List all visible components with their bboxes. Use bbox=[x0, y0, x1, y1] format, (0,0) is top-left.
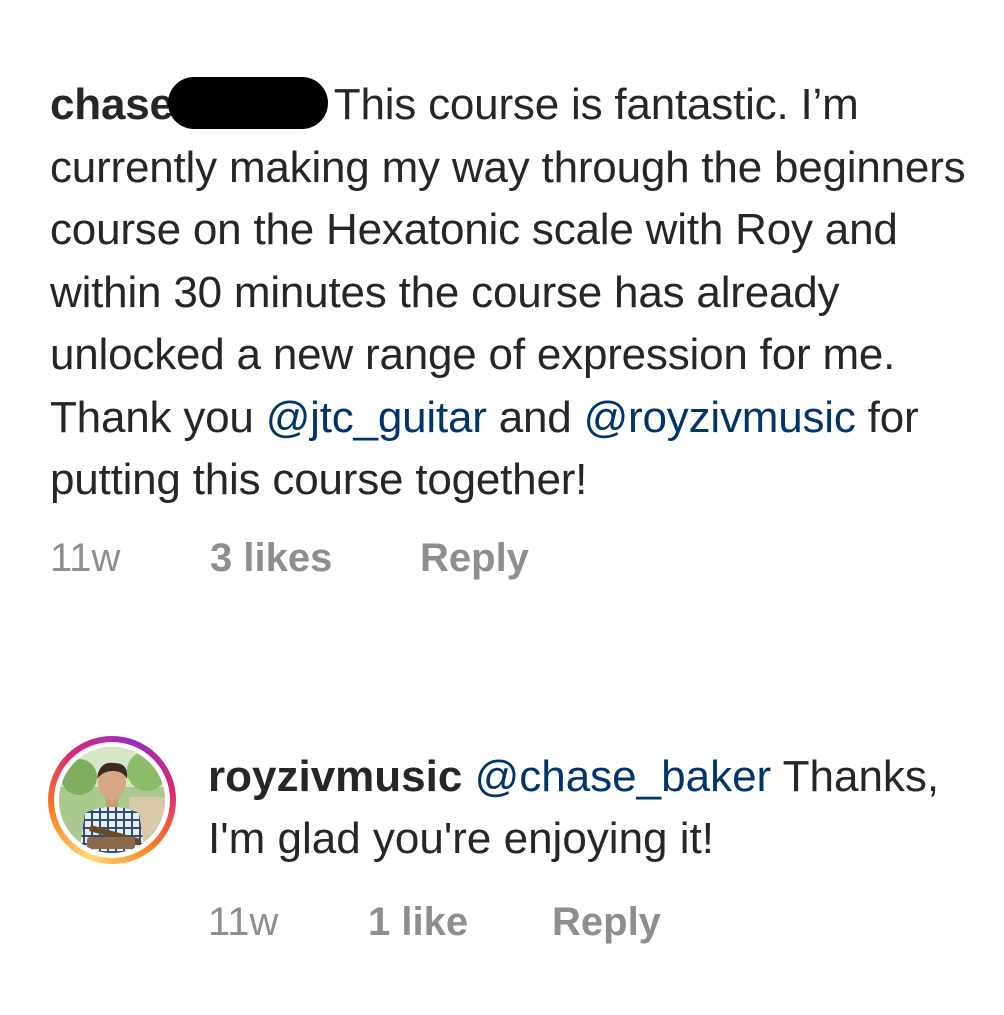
comment-reply-button[interactable]: Reply bbox=[420, 536, 529, 581]
comment-timestamp: 11w bbox=[50, 535, 121, 580]
reply-username[interactable]: royzivmusic bbox=[208, 752, 462, 801]
reply-likes-count[interactable]: 1 like bbox=[368, 900, 552, 945]
comment: chase This course is fantastic. I’m curre… bbox=[50, 74, 980, 581]
comment-body: chase This course is fantastic. I’m curre… bbox=[50, 74, 980, 512]
avatar-photo bbox=[59, 747, 165, 853]
comment-meta: 11w 3 likes Reply bbox=[50, 536, 980, 581]
reply-content: royzivmusic @chase_baker Thanks, I'm gla… bbox=[208, 746, 988, 945]
comment-likes-count[interactable]: 3 likes bbox=[210, 536, 420, 581]
reply-meta: 11w 1 like Reply bbox=[208, 900, 988, 945]
comment-text-part: and bbox=[486, 392, 584, 442]
reply-body: royzivmusic @chase_baker Thanks, I'm gla… bbox=[208, 746, 988, 870]
avatar-story-ring[interactable] bbox=[48, 736, 176, 864]
mention-royzivmusic[interactable]: @royzivmusic bbox=[584, 393, 856, 442]
reply-timestamp: 11w bbox=[208, 900, 279, 944]
mention-jtc-guitar[interactable]: @jtc_guitar bbox=[266, 393, 487, 442]
mention-chase-baker[interactable]: @chase_baker bbox=[475, 752, 772, 801]
avatar[interactable] bbox=[59, 747, 165, 853]
reply-reply-button[interactable]: Reply bbox=[552, 900, 661, 945]
comment-username[interactable]: chase bbox=[50, 80, 174, 129]
avatar-ring-gap bbox=[54, 742, 170, 858]
comment-text-part: This course is fantastic. I’m currently … bbox=[50, 80, 966, 442]
redaction-mark bbox=[167, 77, 328, 129]
